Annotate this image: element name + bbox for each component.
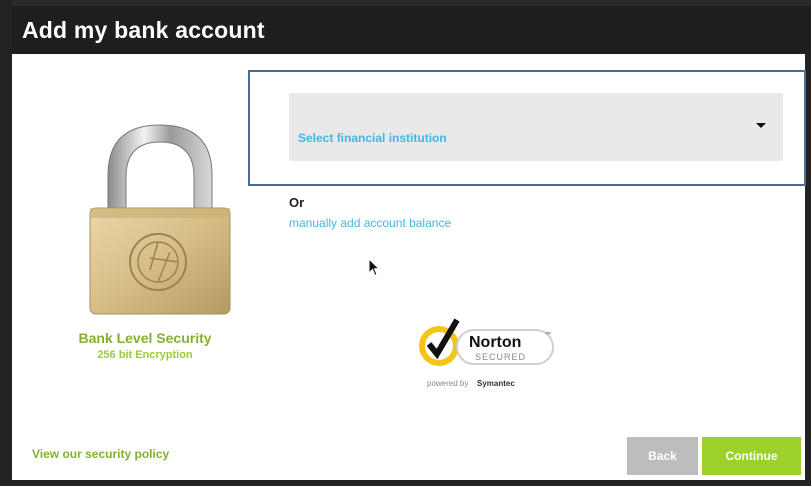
left-edge [0, 0, 12, 486]
dialog-title: Add my bank account [22, 17, 265, 43]
continue-button[interactable]: Continue [702, 437, 801, 475]
dropdown-caret-icon[interactable] [756, 123, 766, 128]
financial-institution-select[interactable]: Select financial institution [289, 93, 783, 161]
security-title: Bank Level Security [78, 330, 212, 346]
norton-powered-prefix: powered by [427, 379, 468, 388]
norton-secured-badge: Norton ™ SECURED powered by Symantec [419, 318, 554, 388]
norton-tm: ™ [545, 331, 551, 338]
back-button[interactable]: Back [627, 437, 698, 475]
mouse-cursor-icon [368, 258, 381, 277]
manual-add-link[interactable]: manually add account balance [289, 216, 451, 230]
dialog-titlebar: Add my bank account [12, 0, 811, 54]
norton-powered-brand: Symantec [477, 379, 515, 388]
norton-brand: Norton [469, 334, 521, 351]
or-separator: Or [289, 195, 305, 210]
norton-secured: SECURED [475, 352, 526, 362]
select-value: Select financial institution [298, 131, 447, 145]
security-subtitle: 256 bit Encryption [97, 349, 193, 361]
padlock-icon [89, 124, 231, 315]
security-policy-link[interactable]: View our security policy [32, 447, 169, 461]
add-bank-account-dialog: Add my bank account Bank Level Security … [0, 0, 811, 486]
